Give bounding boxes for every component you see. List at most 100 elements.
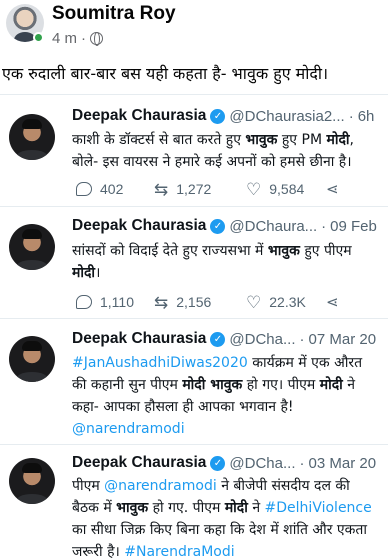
verified-badge-icon: ✓ <box>210 455 226 471</box>
tweet-author-name[interactable]: Deepak Chaurasia <box>72 454 206 472</box>
tweet-handle[interactable]: @DCha... <box>229 455 295 472</box>
text-bold-segment: मोदी <box>319 377 343 393</box>
tweet-author-name[interactable]: Deepak Chaurasia <box>72 217 206 235</box>
text-segment: हुए PM <box>277 132 327 148</box>
tweet-date[interactable]: 6h <box>358 108 375 125</box>
text-segment: , <box>349 132 354 148</box>
tweet-date[interactable]: 07 Mar 20 <box>309 331 377 348</box>
meta-separator: · <box>81 30 87 47</box>
tweet-text: सांसदों को विदाई देते हुए राज्यसभा में भ… <box>72 240 388 284</box>
tweet-handle[interactable]: @DChaurasia2... <box>229 108 344 125</box>
like-count: 22.3K <box>269 294 306 310</box>
text-bold-segment: भावुक <box>267 243 300 259</box>
verified-badge-icon: ✓ <box>210 108 226 124</box>
mention-link[interactable]: @narendramodi <box>104 478 217 494</box>
tweet-author-avatar[interactable] <box>9 114 55 160</box>
text-segment: ने बीजेपी संसदीय दल की <box>216 478 350 494</box>
tweet-card[interactable]: Deepak Chaurasia ✓ @DCha... · 07 Mar 20 … <box>0 318 388 440</box>
text-segment: जरूरी है। <box>72 544 125 558</box>
text-bold-segment: मोदी <box>72 265 96 281</box>
text-bold-segment: मोदी <box>326 132 350 148</box>
text-bold-segment: भावुक <box>245 132 278 148</box>
text-segment: हो गए। पीएम <box>242 377 320 393</box>
post-caption: एक रुदाली बार-बार बस यही कहता है- भावुक … <box>2 64 329 83</box>
tweet-separator: · <box>299 454 305 472</box>
online-status-dot <box>33 32 44 43</box>
like-button[interactable]: ♡ 22.3K <box>246 294 326 311</box>
tweet-line: जरूरी है। #NarendraModi <box>72 541 388 558</box>
text-segment: । <box>95 265 101 281</box>
tweet-date[interactable]: 03 Mar 20 <box>309 455 377 472</box>
retweet-icon: ⇆ <box>154 292 169 312</box>
tweet-author-avatar[interactable] <box>9 458 55 504</box>
post-author-name[interactable]: Soumitra Roy <box>52 3 176 25</box>
text-segment: ने <box>247 500 265 516</box>
text-segment: बैठक में <box>72 500 117 516</box>
text-segment: की कहानी सुन पीएम <box>72 377 183 393</box>
reply-icon <box>76 182 92 196</box>
hashtag-link[interactable]: #NarendraModi <box>124 544 234 558</box>
tweet-header: Deepak Chaurasia ✓ @DChaura... · 09 Feb <box>72 217 377 235</box>
share-icon: ⋖ <box>326 180 339 198</box>
text-segment: सांसदों को विदाई देते हुए राज्यसभा में <box>72 243 268 259</box>
hashtag-link[interactable]: #JanAushadhiDiwas2020 <box>72 355 248 371</box>
tweet-actions: 1,110 ⇆ 2,156 ♡ 22.3K ⋖ <box>76 292 376 312</box>
tweet-line: @narendramodi <box>72 418 388 440</box>
reply-count: 402 <box>100 181 124 197</box>
tweet-line: #JanAushadhiDiwas2020 कार्यक्रम में एक औ… <box>72 352 388 374</box>
tweet-card[interactable]: Deepak Chaurasia ✓ @DChaurasia2... · 6h … <box>0 94 388 206</box>
share-button[interactable]: ⋖ <box>326 295 339 310</box>
tweet-line: काशी के डॉक्टर्स से बात करते हुए भावुक ह… <box>72 129 388 151</box>
tweet-line: की कहानी सुन पीएम मोदी भावुक हो गए। पीएम… <box>72 374 388 396</box>
verified-badge-icon: ✓ <box>210 331 226 347</box>
heart-icon: ♡ <box>246 179 262 199</box>
tweet-header: Deepak Chaurasia ✓ @DCha... · 03 Mar 20 <box>72 454 376 472</box>
tweet-line: सांसदों को विदाई देते हुए राज्यसभा में भ… <box>72 240 388 262</box>
tweet-author-name[interactable]: Deepak Chaurasia <box>72 107 206 125</box>
tweet-line: बोले- इस वायरस ने हमारे कई अपनों को हमसे… <box>72 151 388 173</box>
text-segment: पीएम <box>72 478 105 494</box>
post-time[interactable]: 4 m <box>52 30 77 47</box>
tweet-card[interactable]: Deepak Chaurasia ✓ @DChaura... · 09 Feb … <box>0 206 388 318</box>
retweet-button[interactable]: ⇆ 2,156 <box>154 294 246 311</box>
tweet-text: पीएम @narendramodi ने बीजेपी संसदीय दल क… <box>72 475 388 558</box>
tweet-line: कहा- आपका हौसला ही आपका भगवान है! <box>72 396 388 418</box>
post-meta: 4 m · <box>52 30 104 47</box>
reply-count: 1,110 <box>100 294 134 310</box>
text-segment: काशी के डॉक्टर्स से बात करते हुए <box>72 132 246 148</box>
retweet-count: 1,272 <box>176 181 212 197</box>
retweet-icon: ⇆ <box>154 179 169 199</box>
tweet-text: काशी के डॉक्टर्स से बात करते हुए भावुक ह… <box>72 129 388 173</box>
share-icon: ⋖ <box>326 293 339 311</box>
retweet-count: 2,156 <box>176 294 212 310</box>
share-button[interactable]: ⋖ <box>326 182 339 197</box>
tweet-handle[interactable]: @DChaura... <box>229 218 317 235</box>
text-segment: का सीधा जिक्र किए बिना कहा कि देश में शा… <box>72 522 367 538</box>
text-segment: कहा- आपका हौसला ही आपका भगवान है! <box>72 399 294 415</box>
tweet-handle[interactable]: @DCha... <box>229 331 295 348</box>
tweet-line: मोदी। <box>72 262 388 284</box>
text-bold-segment: मोदी भावुक <box>182 377 243 393</box>
text-bold-segment: भावुक <box>116 500 149 516</box>
post-header: Soumitra Roy 4 m · <box>0 0 388 56</box>
reply-button[interactable]: 402 <box>76 181 154 197</box>
tweet-author-avatar[interactable] <box>9 336 55 382</box>
tweet-date[interactable]: 09 Feb <box>330 218 377 235</box>
like-count: 9,584 <box>269 181 305 197</box>
reply-button[interactable]: 1,110 <box>76 294 154 310</box>
hashtag-link[interactable]: #DelhiViolence <box>265 500 372 516</box>
heart-icon: ♡ <box>246 292 262 312</box>
text-segment: कार्यक्रम में एक औरत <box>247 355 363 371</box>
text-segment: बोले- इस वायरस ने हमारे कई अपनों को हमसे… <box>72 154 352 170</box>
mention-link[interactable]: @narendramodi <box>72 421 185 437</box>
text-segment: ने <box>342 377 356 393</box>
tweet-card[interactable]: Deepak Chaurasia ✓ @DCha... · 03 Mar 20 … <box>0 444 388 558</box>
globe-icon[interactable] <box>90 32 104 46</box>
tweet-line: बैठक में भावुक हो गए. पीएम मोदी ने #Delh… <box>72 497 388 519</box>
reply-icon <box>76 295 92 309</box>
tweet-author-avatar[interactable] <box>9 224 55 270</box>
tweet-author-name[interactable]: Deepak Chaurasia <box>72 330 206 348</box>
tweet-text: #JanAushadhiDiwas2020 कार्यक्रम में एक औ… <box>72 352 388 440</box>
like-button[interactable]: ♡ 9,584 <box>246 181 326 198</box>
retweet-button[interactable]: ⇆ 1,272 <box>154 181 246 198</box>
